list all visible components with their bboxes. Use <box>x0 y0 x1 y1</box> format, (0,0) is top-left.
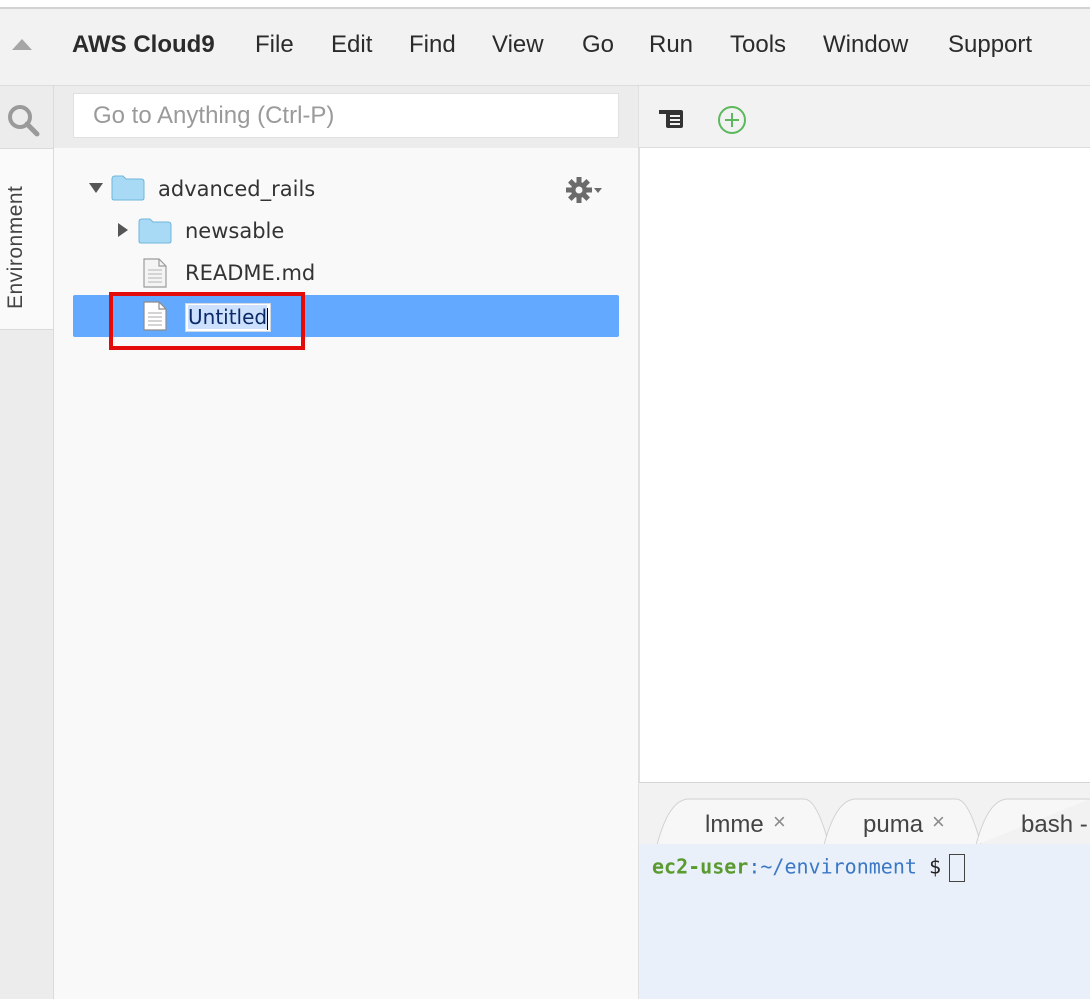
prompt-symbol: $ <box>916 854 941 879</box>
menu-find[interactable]: Find <box>409 31 456 59</box>
collapse-menu-icon[interactable] <box>12 39 32 50</box>
terminal-tab-label: puma <box>863 811 924 838</box>
editor-area[interactable] <box>639 148 1090 782</box>
terminal-cursor <box>949 854 965 882</box>
menu-tools[interactable]: Tools <box>730 31 786 59</box>
terminal-tab-label: bash - <box>1021 811 1088 838</box>
prompt-path: :~/environment <box>748 854 917 879</box>
goto-bar <box>54 86 638 148</box>
menu-edit[interactable]: Edit <box>331 31 372 59</box>
tab-environment[interactable]: Environment <box>0 148 53 330</box>
menu-run[interactable]: Run <box>649 31 693 59</box>
terminal-prompt: ec2-user:~/environment $ <box>652 854 965 882</box>
folder-icon <box>111 175 145 201</box>
add-tab-icon[interactable] <box>716 104 748 136</box>
prompt-user: ec2-user <box>652 854 749 879</box>
annotation-highlight-box <box>109 292 305 350</box>
tab-environment-label: Environment <box>4 185 27 309</box>
search-icon[interactable] <box>5 102 41 138</box>
tree-file-readme[interactable]: README.md <box>54 252 638 294</box>
editor-tab-bar <box>639 86 1090 148</box>
side-tab-strip: Environment <box>0 86 54 999</box>
file-icon <box>143 258 167 288</box>
close-icon[interactable]: × <box>773 809 786 835</box>
menu-file[interactable]: File <box>255 31 294 59</box>
chevron-down-icon[interactable] <box>89 183 103 193</box>
app-brand-menu[interactable]: AWS Cloud9 <box>72 31 215 59</box>
tree-item-label: advanced_rails <box>158 177 316 201</box>
tree-item-label: README.md <box>185 261 316 285</box>
terminal-tab-3[interactable]: bash - <box>999 799 1090 845</box>
terminal-tab-bar: lmme × puma × bash - <box>639 782 1090 845</box>
terminal-tab-label: lmme <box>705 811 764 838</box>
tree-folder-advanced-rails[interactable]: advanced_rails <box>54 168 638 210</box>
goto-anything-input[interactable] <box>73 93 619 138</box>
close-icon[interactable]: × <box>932 809 945 835</box>
menu-go[interactable]: Go <box>582 31 614 59</box>
chevron-right-icon[interactable] <box>118 223 128 237</box>
terminal-pane[interactable]: ec2-user:~/environment $ <box>639 844 1090 999</box>
tab-list-icon[interactable] <box>657 106 687 132</box>
tree-folder-newsable[interactable]: newsable <box>54 210 638 252</box>
menu-bar: AWS Cloud9 File Edit Find View Go Run To… <box>0 9 1090 86</box>
terminal-tab-1[interactable]: lmme × <box>679 799 829 845</box>
menu-support[interactable]: Support <box>948 31 1032 59</box>
menu-window[interactable]: Window <box>823 31 908 59</box>
folder-icon <box>138 218 172 244</box>
file-tree-panel: advanced_rails newsable README.md Untitl… <box>54 86 638 999</box>
window-top-border <box>0 0 1090 9</box>
tree-item-label: newsable <box>185 219 285 243</box>
menu-view[interactable]: View <box>492 31 544 59</box>
terminal-tab-2[interactable]: puma × <box>844 799 984 845</box>
